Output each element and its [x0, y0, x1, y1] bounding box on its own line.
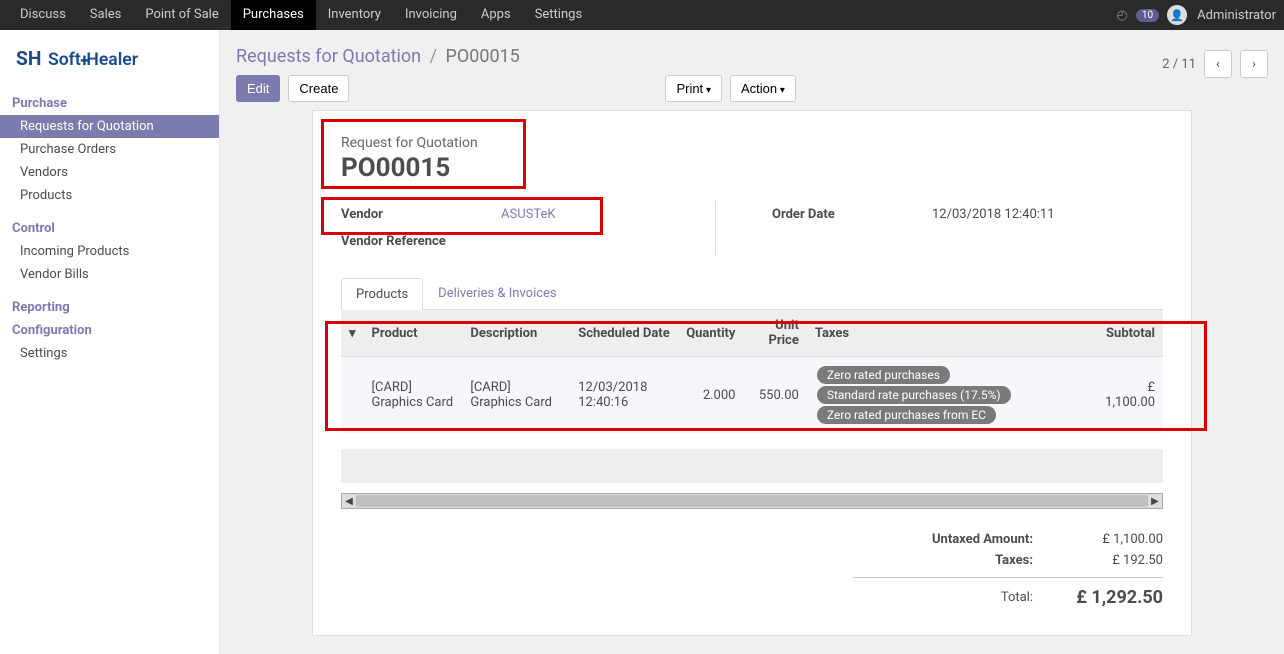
breadcrumb: Requests for Quotation / PO00015	[236, 46, 796, 67]
order-date-value: 12/03/2018 12:40:11	[932, 207, 1163, 222]
main-content: Requests for Quotation / PO00015 Edit Cr…	[220, 30, 1284, 654]
sidebar-item-config-settings[interactable]: Settings	[0, 342, 219, 365]
breadcrumb-sep: /	[430, 46, 437, 67]
col-taxes: Taxes	[807, 310, 1093, 357]
col-subtotal: Subtotal	[1093, 310, 1163, 357]
doc-title: PO00015	[341, 153, 1163, 183]
menu-pos[interactable]: Point of Sale	[133, 0, 230, 30]
empty-bar	[341, 449, 1163, 483]
cell-product: [CARD] Graphics Card	[364, 357, 463, 434]
create-button[interactable]: Create	[288, 75, 349, 102]
tab-deliveries[interactable]: Deliveries & Invoices	[423, 277, 571, 309]
menu-invoicing[interactable]: Invoicing	[393, 0, 469, 30]
hscrollbar[interactable]: ◀ ▶	[341, 493, 1163, 509]
taxes-label: Taxes:	[853, 553, 1033, 568]
cell-unit: 550.00	[743, 357, 806, 434]
col-product: Product	[364, 310, 463, 357]
tax-tag: Zero rated purchases from EC	[817, 406, 996, 424]
total-value: £ 1,292.50	[1053, 587, 1163, 608]
svg-text:Healer: Healer	[86, 50, 138, 70]
sidebar-group-reporting: Reporting	[0, 296, 219, 319]
main-menu: Discuss Sales Point of Sale Purchases In…	[8, 0, 594, 30]
breadcrumb-link[interactable]: Requests for Quotation	[236, 46, 421, 67]
scroll-left-icon[interactable]: ◀	[342, 494, 356, 508]
breadcrumb-current: PO00015	[445, 46, 519, 67]
taxes-value: £ 192.50	[1053, 553, 1163, 568]
doc-subtitle: Request for Quotation	[341, 135, 1163, 151]
pager-prev[interactable]: ‹	[1204, 50, 1232, 78]
tax-tag: Standard rate purchases (17.5%)	[817, 386, 1011, 404]
cell-scheduled: 12/03/2018 12:40:16	[570, 357, 678, 434]
total-label: Total:	[853, 590, 1033, 611]
sidebar-item-vendors[interactable]: Vendors	[0, 161, 219, 184]
sidebar-item-products[interactable]: Products	[0, 184, 219, 207]
sidebar-item-rfq[interactable]: Requests for Quotation	[0, 115, 219, 138]
menu-settings[interactable]: Settings	[523, 0, 594, 30]
order-date-label: Order Date	[772, 207, 932, 222]
menu-apps[interactable]: Apps	[469, 0, 523, 30]
sidebar-item-incoming[interactable]: Incoming Products	[0, 240, 219, 263]
sidebar-group-purchase: Purchase	[0, 92, 219, 115]
col-unit: Unit Price	[743, 310, 806, 357]
sidebar: SH Soft Healer Purchase Requests for Quo…	[0, 30, 220, 654]
menu-purchases[interactable]: Purchases	[231, 0, 316, 30]
menu-inventory[interactable]: Inventory	[316, 0, 393, 30]
edit-button[interactable]: Edit	[236, 75, 280, 102]
cell-description: [CARD] Graphics Card	[462, 357, 570, 434]
col-scheduled: Scheduled Date	[570, 310, 678, 357]
menu-sales[interactable]: Sales	[78, 0, 134, 30]
untaxed-value: £ 1,100.00	[1053, 532, 1163, 547]
pager-next[interactable]: ›	[1240, 50, 1268, 78]
tax-tag: Zero rated purchases	[817, 366, 950, 384]
col-qty: Quantity	[678, 310, 743, 357]
top-nav: Discuss Sales Point of Sale Purchases In…	[0, 0, 1284, 30]
col-description: Description	[462, 310, 570, 357]
cell-taxes: Zero rated purchases Standard rate purch…	[807, 357, 1093, 434]
pager-text: 2 / 11	[1162, 57, 1196, 72]
sidebar-group-control: Control	[0, 217, 219, 240]
messages-badge[interactable]: 10	[1136, 9, 1159, 22]
sidebar-group-configuration: Configuration	[0, 319, 219, 342]
action-button[interactable]: Action	[730, 75, 796, 102]
order-lines-table: ▾ Product Description Scheduled Date Qua…	[341, 310, 1163, 433]
table-row[interactable]: [CARD] Graphics Card [CARD] Graphics Car…	[341, 357, 1163, 434]
cell-qty: 2.000	[678, 357, 743, 434]
vendor-ref-value	[501, 234, 699, 249]
totals: Untaxed Amount: £ 1,100.00 Taxes: £ 192.…	[853, 529, 1163, 611]
logo: SH Soft Healer	[0, 42, 219, 92]
col-toggle[interactable]: ▾	[341, 310, 364, 357]
vendor-ref-label: Vendor Reference	[341, 234, 501, 249]
clock-icon[interactable]: ◴	[1117, 8, 1128, 23]
cell-subtotal: £ 1,100.00	[1093, 357, 1163, 434]
svg-text:Soft: Soft	[48, 50, 81, 70]
vendor-value[interactable]: ASUSTeK	[501, 207, 699, 222]
tab-products[interactable]: Products	[341, 278, 423, 310]
print-button[interactable]: Print	[665, 75, 722, 102]
sidebar-item-po[interactable]: Purchase Orders	[0, 138, 219, 161]
avatar[interactable]: 👤	[1167, 5, 1187, 25]
svg-text:SH: SH	[16, 47, 41, 70]
menu-discuss[interactable]: Discuss	[8, 0, 78, 30]
untaxed-label: Untaxed Amount:	[853, 532, 1033, 547]
vendor-label: Vendor	[341, 207, 501, 222]
user-menu[interactable]: Administrator	[1197, 8, 1276, 23]
scroll-thumb[interactable]	[356, 495, 1148, 507]
form-sheet: Request for Quotation PO00015 Vendor ASU…	[312, 110, 1192, 636]
sidebar-item-vendor-bills[interactable]: Vendor Bills	[0, 263, 219, 286]
scroll-right-icon[interactable]: ▶	[1148, 494, 1162, 508]
